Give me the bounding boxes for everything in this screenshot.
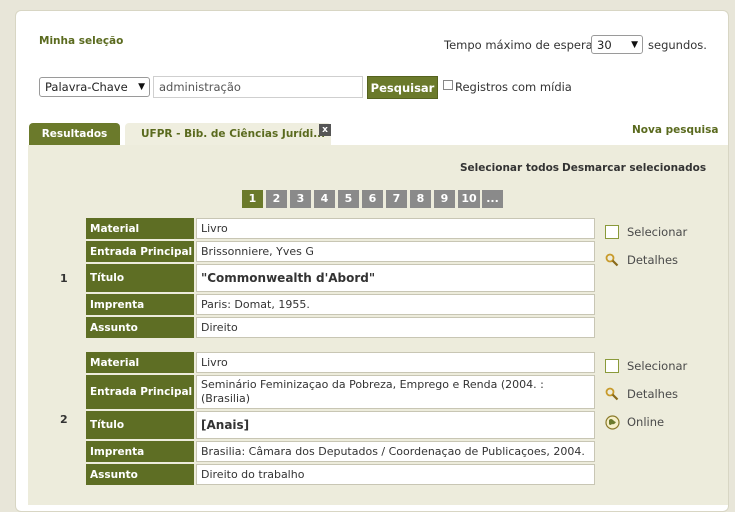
online-label[interactable]: Online (627, 415, 664, 429)
wait-suffix: segundos. (648, 38, 707, 52)
label-entrada: Entrada Principal (86, 375, 194, 409)
tab-library[interactable]: UFPR - Bib. de Ciências Jurídi... (125, 123, 331, 145)
wait-label: Tempo máximo de espera (444, 38, 593, 52)
details-label[interactable]: Detalhes (627, 387, 678, 401)
page-button[interactable]: 3 (290, 190, 311, 208)
tab-results[interactable]: Resultados (29, 123, 120, 145)
label-imprenta: Imprenta (86, 441, 194, 462)
select-label[interactable]: Selecionar (627, 225, 687, 239)
my-selection-link[interactable]: Minha seleção (39, 35, 123, 47)
record-number: 2 (60, 413, 68, 426)
search-field-value: Palavra-Chave (45, 80, 128, 94)
value-entrada: Brissonniere, Yves G (196, 241, 595, 262)
media-label: Registros com mídia (455, 80, 572, 94)
magnifier-icon (605, 253, 619, 267)
search-input[interactable]: administração (153, 76, 363, 98)
online-action[interactable]: Online (605, 415, 664, 430)
new-search-link[interactable]: Nova pesquisa (632, 124, 718, 136)
value-material: Livro (196, 352, 595, 373)
page-button[interactable]: 1 (242, 190, 263, 208)
wait-time-value: 30 (597, 38, 612, 52)
value-imprenta: Paris: Domat, 1955. (196, 294, 595, 315)
page-button[interactable]: 10 (458, 190, 480, 208)
value-titulo[interactable]: [Anais] (196, 411, 595, 439)
search-button[interactable]: Pesquisar (367, 76, 438, 99)
chevron-down-icon: ▼ (138, 82, 145, 92)
record-number: 1 (60, 272, 68, 285)
label-titulo: Título (86, 264, 194, 292)
label-imprenta: Imprenta (86, 294, 194, 315)
details-action[interactable]: Detalhes (605, 253, 678, 267)
page-button[interactable]: 5 (338, 190, 359, 208)
select-label[interactable]: Selecionar (627, 359, 687, 373)
value-titulo[interactable]: "Commonwealth d'Abord" (196, 264, 595, 292)
value-material: Livro (196, 218, 595, 239)
close-icon[interactable]: x (319, 124, 331, 136)
label-material: Material (86, 218, 194, 239)
label-assunto: Assunto (86, 464, 194, 485)
media-checkbox[interactable] (443, 80, 453, 90)
value-assunto: Direito (196, 317, 595, 338)
select-action[interactable]: Selecionar (605, 359, 687, 373)
page-button[interactable]: 6 (362, 190, 383, 208)
page-button[interactable]: 8 (410, 190, 431, 208)
chevron-down-icon: ▼ (631, 40, 638, 50)
page-button[interactable]: 2 (266, 190, 287, 208)
page-button-more[interactable]: ... (482, 190, 503, 208)
value-entrada: Seminário Feminizaçao da Pobreza, Empreg… (196, 375, 595, 409)
select-checkbox-icon[interactable] (605, 225, 619, 239)
wait-time-select[interactable]: 30 ▼ (591, 35, 643, 54)
select-checkbox-icon[interactable] (605, 359, 619, 373)
label-material: Material (86, 352, 194, 373)
label-assunto: Assunto (86, 317, 194, 338)
select-action[interactable]: Selecionar (605, 225, 687, 239)
select-all-link[interactable]: Selecionar todos (460, 162, 559, 174)
page-button[interactable]: 9 (434, 190, 455, 208)
label-titulo: Título (86, 411, 194, 439)
page-button[interactable]: 4 (314, 190, 335, 208)
globe-icon (605, 415, 620, 430)
magnifier-icon (605, 387, 619, 401)
details-action[interactable]: Detalhes (605, 387, 678, 401)
value-assunto: Direito do trabalho (196, 464, 595, 485)
deselect-link[interactable]: Desmarcar selecionados (562, 162, 706, 174)
details-label[interactable]: Detalhes (627, 253, 678, 267)
search-field-select[interactable]: Palavra-Chave ▼ (39, 77, 150, 97)
value-imprenta: Brasilia: Câmara dos Deputados / Coorden… (196, 441, 595, 462)
label-entrada: Entrada Principal (86, 241, 194, 262)
page-button[interactable]: 7 (386, 190, 407, 208)
